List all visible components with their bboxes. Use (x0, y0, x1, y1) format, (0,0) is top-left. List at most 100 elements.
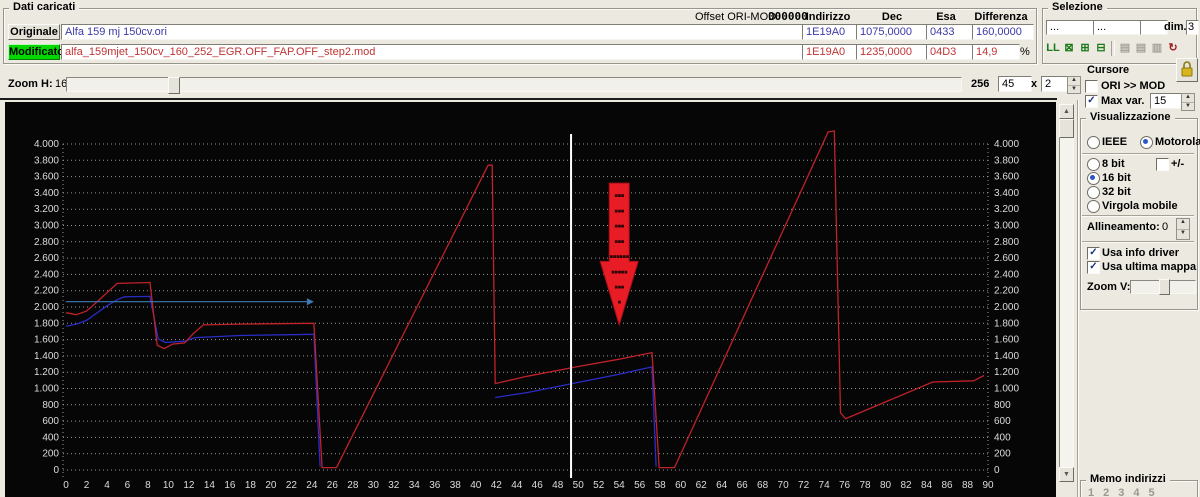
zoom-h-slider-thumb[interactable] (168, 77, 180, 94)
original-differenza-field[interactable]: 160,0000 (972, 24, 1034, 40)
x-axis-label: 44 (511, 480, 523, 491)
chart-top-divider (0, 98, 1057, 100)
memo-slot-4[interactable]: 4 (1133, 487, 1139, 497)
max-var-checkbox[interactable]: ✓ (1085, 95, 1098, 108)
y-axis-label-left: 3.600 (34, 172, 59, 183)
bit32-radio[interactable] (1087, 186, 1100, 199)
plusminus-checkbox[interactable] (1156, 158, 1169, 171)
memo-slot-1[interactable]: 1 (1088, 487, 1094, 497)
bit8-radio[interactable] (1087, 158, 1100, 171)
original-file-field[interactable]: Alfa 159 mj 150cv.ori (61, 24, 811, 40)
original-dec-field[interactable]: 1075,0000 (856, 24, 928, 40)
down-arrow-mark: ▪▪▪ (614, 284, 624, 290)
x-axis-label: 0 (63, 480, 69, 491)
down-arrow-mark: ▪▪▪▪▪▪ (610, 254, 630, 260)
series-line-originale (495, 366, 657, 467)
modificato-row-label[interactable]: Modificato (8, 44, 64, 60)
x-axis-label: 90 (982, 480, 994, 491)
memo-slot-3[interactable]: 3 (1118, 487, 1124, 497)
vscroll-down-button[interactable]: ▼ (1059, 467, 1074, 482)
selezione-title: Selezione (1048, 1, 1107, 13)
modified-file-field[interactable]: alfa_159mjet_150cv_160_252_EGR.OFF_FAP.O… (61, 44, 811, 60)
lock-button[interactable] (1176, 58, 1198, 82)
vscroll-thumb[interactable] (1059, 119, 1074, 138)
bit16-radio[interactable] (1087, 172, 1100, 185)
y-axis-label-left: 1.600 (34, 335, 59, 346)
ieee-radio[interactable] (1087, 136, 1100, 149)
cursore-title: Cursore (1087, 64, 1130, 76)
zoom-h-label: Zoom H: (8, 78, 53, 90)
virgola-mobile-label: Virgola mobile (1102, 200, 1178, 212)
down-arrow-mark: ▪▪▪ (614, 208, 624, 214)
select-cross-icon[interactable]: ⊠ (1061, 41, 1077, 57)
y-axis-label-left: 3.400 (34, 188, 59, 199)
memo-slot-2[interactable]: 2 (1103, 487, 1109, 497)
down-arrow-mark: ▪▪▪ (614, 224, 624, 230)
originale-row-label[interactable]: Originale (8, 24, 60, 40)
bit8-label: 8 bit (1102, 158, 1125, 170)
y-axis-label-left: 1.800 (34, 318, 59, 329)
x-axis-label: 26 (327, 480, 339, 491)
allineamento-value: 0 (1162, 221, 1169, 233)
y-axis-label-right: 1.000 (994, 384, 1019, 395)
virgola-mobile-radio[interactable] (1087, 200, 1100, 213)
x-axis-label: 86 (941, 480, 953, 491)
y-axis-label-right: 1.200 (994, 367, 1019, 378)
y-axis-label-right: 4.000 (994, 139, 1019, 150)
x-axis-label: 40 (470, 480, 482, 491)
vscroll-up-button[interactable]: ▲ (1059, 104, 1074, 119)
y-axis-label-right: 3.600 (994, 172, 1019, 183)
x-axis-label: 64 (716, 480, 728, 491)
y-axis-label-left: 3.000 (34, 221, 59, 232)
zoom-h-field-45[interactable]: 45 (998, 76, 1032, 92)
original-indirizzo-field[interactable]: 1E19A0 (802, 24, 858, 40)
series-line-originale (65, 295, 321, 467)
y-axis-label-left: 200 (42, 449, 59, 460)
allineamento-spinner[interactable]: ▲ ▼ (1176, 218, 1190, 240)
selection-end-field[interactable]: ... (1093, 20, 1141, 35)
modified-differenza-field[interactable]: 14,9 (972, 44, 1020, 60)
y-axis-label-left: 3.200 (34, 204, 59, 215)
ori-mod-checkbox[interactable] (1085, 80, 1098, 93)
x-axis-label: 76 (839, 480, 851, 491)
select-corner-icon[interactable]: LL (1045, 41, 1061, 57)
motorola-radio[interactable] (1140, 136, 1153, 149)
y-axis-label-left: 1.000 (34, 384, 59, 395)
paste-special-icon: ▥ (1151, 42, 1163, 54)
original-esa-field[interactable]: 0433 (926, 24, 974, 40)
memo-slot-5[interactable]: 5 (1149, 487, 1155, 497)
select-cols-icon[interactable]: ⊟ (1093, 41, 1109, 57)
usa-info-driver-checkbox[interactable]: ✓ (1087, 247, 1100, 260)
percent-label: % (1020, 46, 1030, 58)
zoom-h-spinner[interactable]: ▲ ▼ (1067, 76, 1081, 94)
x-axis-label: 62 (696, 480, 708, 491)
max-var-spinner[interactable]: ▲ ▼ (1181, 93, 1195, 111)
x-axis-label: 54 (614, 480, 626, 491)
motorola-label: Motorola (1155, 136, 1200, 148)
zoom-h-slider-track[interactable] (66, 77, 962, 92)
zoom-v-slider-thumb[interactable] (1159, 279, 1170, 295)
chart-vscrollbar-track[interactable] (1059, 104, 1074, 482)
usa-ultima-mappa-checkbox[interactable]: ✓ (1087, 261, 1100, 274)
modified-indirizzo-field[interactable]: 1E19A0 (802, 44, 858, 60)
dim-value-field[interactable]: 3 (1186, 20, 1199, 35)
x-axis-label: 48 (552, 480, 564, 491)
y-axis-label-left: 2.600 (34, 253, 59, 264)
indirizzo-header: Indirizzo (805, 11, 851, 23)
x-axis-label: 50 (573, 480, 585, 491)
max-var-field[interactable]: 15 (1150, 93, 1184, 109)
y-axis-label-right: 3.200 (994, 204, 1019, 215)
y-axis-label-right: 800 (994, 400, 1011, 411)
selection-start-field[interactable]: ... (1046, 20, 1094, 35)
y-axis-label-right: 1.400 (994, 351, 1019, 362)
y-axis-label-left: 2.200 (34, 286, 59, 297)
y-axis-label-left: 1.200 (34, 367, 59, 378)
zoom-h-times-label: x (1031, 78, 1038, 90)
select-rows-icon[interactable]: ⊞ (1077, 41, 1093, 57)
dec-header: Dec (881, 11, 903, 23)
y-axis-label-right: 400 (994, 432, 1011, 443)
y-axis-label-right: 2.200 (994, 286, 1019, 297)
modified-dec-field[interactable]: 1235,0000 (856, 44, 928, 60)
reload-icon[interactable]: ↻ (1165, 41, 1181, 57)
modified-esa-field[interactable]: 04D3 (926, 44, 974, 60)
